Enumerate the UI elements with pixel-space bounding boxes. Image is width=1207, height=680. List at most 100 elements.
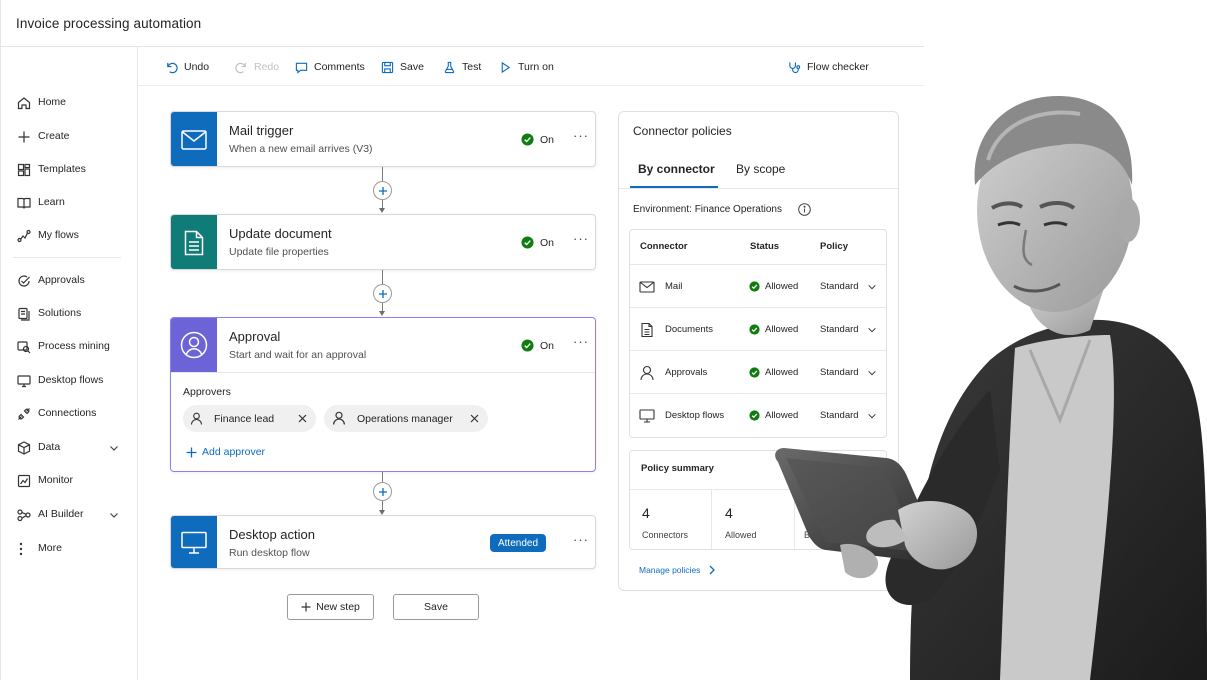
step-icon-box <box>171 516 217 568</box>
connector-name: Desktop flows <box>665 410 725 421</box>
check-circle-icon <box>521 339 534 352</box>
step-subtitle: Run desktop flow <box>229 547 310 559</box>
step-subtitle: When a new email arrives (V3) <box>229 143 373 155</box>
plus-icon <box>378 289 387 298</box>
step-card-approval[interactable]: Approval Start and wait for an approval … <box>170 317 596 472</box>
save-icon <box>381 61 394 73</box>
insert-step-button[interactable] <box>373 482 392 501</box>
person-icon <box>190 412 203 425</box>
sidebar-item-desktop-flows[interactable]: Desktop flows <box>1 366 137 396</box>
data-icon <box>17 441 31 455</box>
chevron-right-icon <box>709 565 716 575</box>
save-button[interactable]: Save <box>393 594 479 620</box>
sidebar-divider <box>13 257 121 258</box>
connections-icon <box>18 408 30 420</box>
desktop-icon <box>181 531 207 554</box>
sidebar-item-data[interactable]: Data <box>1 433 137 463</box>
sidebar-item-label: Templates <box>38 163 86 175</box>
new-step-button[interactable]: New step <box>287 594 374 620</box>
attended-badge: Attended <box>490 534 546 552</box>
flow-checker-button[interactable]: Flow checker <box>788 58 869 76</box>
redo-label: Redo <box>254 61 280 73</box>
sidebar-item-connections[interactable]: Connections <box>1 399 137 429</box>
plus-icon <box>378 186 387 195</box>
step-status: On <box>521 133 554 146</box>
manage-policies-link[interactable]: Manage policies <box>639 565 716 575</box>
insert-step-button[interactable] <box>373 181 392 200</box>
close-icon[interactable] <box>470 414 479 423</box>
sidebar-item-learn[interactable]: Learn <box>1 188 137 218</box>
comments-label: Comments <box>314 61 365 73</box>
test-label: Test <box>462 61 482 73</box>
stat-label: Connectors <box>642 530 689 540</box>
ai-builder-icon <box>17 509 31 522</box>
sidebar-item-label: Approvals <box>38 274 85 286</box>
check-circle-icon <box>749 324 760 335</box>
check-circle-icon <box>749 367 760 378</box>
check-circle-icon <box>521 236 534 249</box>
sidebar-item-ai-builder[interactable]: AI Builder <box>1 500 137 530</box>
more-options-button[interactable]: ··· <box>573 334 589 349</box>
test-button[interactable]: Test <box>443 58 481 76</box>
sidebar-item-process-mining[interactable]: Process mining <box>1 332 137 362</box>
step-icon-box <box>171 215 217 269</box>
sidebar-item-monitor[interactable]: Monitor <box>1 466 137 496</box>
step-status: On <box>521 236 554 249</box>
home-icon <box>17 97 31 110</box>
step-subtitle: Start and wait for an approval <box>229 349 367 361</box>
sidebar-item-solutions[interactable]: Solutions <box>1 299 137 329</box>
step-title: Desktop action <box>229 527 315 542</box>
solutions-icon <box>18 307 30 321</box>
comments-button[interactable]: Comments <box>295 58 365 76</box>
active-tab-indicator <box>630 186 718 188</box>
play-icon <box>501 61 511 73</box>
sidebar-item-approvals[interactable]: Approvals <box>1 266 137 296</box>
desktop-icon <box>639 409 655 423</box>
close-icon[interactable] <box>298 414 307 423</box>
sidebar-item-label: AI Builder <box>38 508 84 520</box>
desktop-icon <box>17 375 31 388</box>
chevron-down-icon[interactable] <box>108 509 120 521</box>
status-text: On <box>540 133 555 146</box>
turn-on-label: Turn on <box>518 61 554 73</box>
more-vertical-icon <box>19 542 23 556</box>
sidebar-item-label: Learn <box>38 196 65 208</box>
chevron-down-icon[interactable] <box>108 442 120 454</box>
plus-icon <box>378 487 387 496</box>
arrow-down-icon <box>379 208 385 213</box>
sidebar-item-home[interactable]: Home <box>1 88 137 118</box>
more-options-button[interactable]: ··· <box>573 128 589 143</box>
insert-step-button[interactable] <box>373 284 392 303</box>
redo-button[interactable]: Redo <box>235 58 279 76</box>
undo-button[interactable]: Undo <box>165 58 209 76</box>
sidebar-item-label: Desktop flows <box>38 374 104 386</box>
turn-on-button[interactable]: Turn on <box>499 58 554 76</box>
flask-icon <box>444 61 455 73</box>
panel-title: Connector policies <box>633 124 732 138</box>
save-toolbar-button[interactable]: Save <box>381 58 424 76</box>
sidebar-item-create[interactable]: Create <box>1 122 137 152</box>
sidebar-item-templates[interactable]: Templates <box>1 155 137 185</box>
approver-chip-operations-manager: Operations manager <box>324 405 488 432</box>
document-icon <box>641 322 653 338</box>
document-icon <box>184 230 204 256</box>
page-title: Invoice processing automation <box>16 16 202 31</box>
mail-icon <box>181 130 207 150</box>
flow-icon <box>17 229 31 243</box>
step-title: Update document <box>229 226 332 241</box>
more-options-button[interactable]: ··· <box>573 532 589 547</box>
step-card-update-document[interactable]: Update document Update file properties O… <box>170 214 596 270</box>
more-options-button[interactable]: ··· <box>573 231 589 246</box>
person-icon <box>333 411 345 425</box>
comment-icon <box>295 62 308 74</box>
sidebar-item-more[interactable]: More <box>1 534 137 564</box>
redo-icon <box>235 62 246 73</box>
sidebar-item-label: My flows <box>38 229 79 241</box>
stat-label: Allowed <box>725 530 757 540</box>
step-card-mail-trigger[interactable]: Mail trigger When a new email arrives (V… <box>170 111 596 167</box>
add-approver-link[interactable]: Add approver <box>186 446 265 458</box>
tab-by-connector[interactable]: By connector <box>638 162 715 176</box>
sidebar-item-my-flows[interactable]: My flows <box>1 221 137 251</box>
step-title: Mail trigger <box>229 123 294 138</box>
command-bar: Undo Redo Comments Save Test Turn on Flo… <box>138 48 924 86</box>
